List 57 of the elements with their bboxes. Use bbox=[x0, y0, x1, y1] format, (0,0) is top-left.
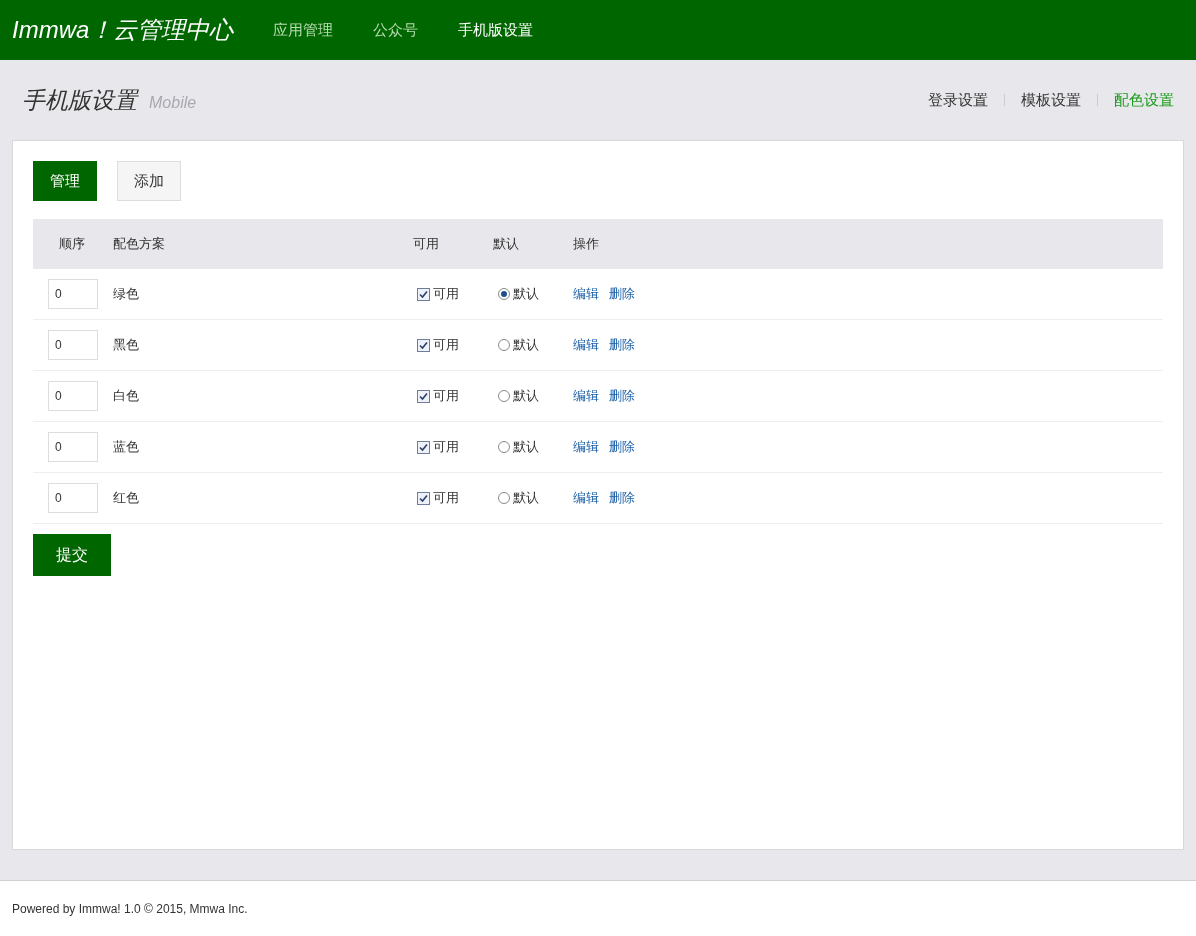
radio-button[interactable] bbox=[498, 390, 510, 402]
table-cell-text: 黑色 bbox=[113, 336, 140, 355]
column-header: 可用 bbox=[413, 235, 440, 254]
table-cell-text: 红色 bbox=[113, 489, 140, 508]
checkbox-label: 可用 bbox=[433, 387, 459, 406]
action-link[interactable]: 删除 bbox=[609, 386, 635, 406]
checkbox-label: 可用 bbox=[433, 489, 459, 508]
checkbox-label: 可用 bbox=[433, 438, 459, 457]
table-cell-text: 蓝色 bbox=[113, 438, 140, 457]
submit-button[interactable]: 提交 bbox=[33, 534, 111, 576]
tab[interactable]: 管理 bbox=[33, 161, 97, 201]
checkbox[interactable] bbox=[417, 389, 430, 403]
table-cell-text: 白色 bbox=[113, 387, 140, 406]
nav-link[interactable]: 手机版设置 bbox=[458, 18, 534, 42]
action-link[interactable]: 编辑 bbox=[573, 488, 599, 508]
order-input[interactable]: 0 bbox=[48, 330, 98, 360]
radio-button[interactable] bbox=[498, 492, 510, 504]
checkbox-label: 可用 bbox=[433, 336, 459, 355]
action-link[interactable]: 删除 bbox=[609, 488, 635, 508]
action-link[interactable]: 编辑 bbox=[573, 335, 599, 355]
checkbox[interactable] bbox=[417, 338, 430, 352]
action-link[interactable]: 编辑 bbox=[573, 437, 599, 457]
radio-label: 默认 bbox=[513, 387, 539, 406]
checkbox-label: 可用 bbox=[433, 285, 459, 304]
checkbox[interactable] bbox=[417, 287, 430, 301]
table-cell-text: 绿色 bbox=[113, 285, 140, 304]
action-link[interactable]: 编辑 bbox=[573, 386, 599, 406]
action-link[interactable]: 删除 bbox=[609, 437, 635, 457]
radio-button[interactable] bbox=[498, 288, 510, 300]
action-link[interactable]: 编辑 bbox=[573, 284, 599, 304]
nav-link[interactable]: 公众号 bbox=[373, 18, 419, 42]
radio-label: 默认 bbox=[513, 438, 539, 457]
checkbox[interactable] bbox=[417, 491, 430, 505]
radio-label: 默认 bbox=[513, 336, 539, 355]
column-header: 默认 bbox=[493, 235, 520, 254]
action-link[interactable]: 删除 bbox=[609, 335, 635, 355]
radio-label: 默认 bbox=[513, 489, 539, 508]
order-input[interactable]: 0 bbox=[48, 432, 98, 462]
nav-link[interactable]: 应用管理 bbox=[273, 18, 334, 42]
sub-nav-link[interactable]: 模板设置 bbox=[1021, 88, 1081, 112]
action-link[interactable]: 删除 bbox=[609, 284, 635, 304]
brand-logo[interactable]: Immwa！云管理中心 bbox=[12, 12, 234, 48]
order-input[interactable]: 0 bbox=[48, 483, 98, 513]
column-header: 配色方案 bbox=[113, 235, 166, 254]
radio-button[interactable] bbox=[498, 339, 510, 351]
radio-button[interactable] bbox=[498, 441, 510, 453]
page-title: 手机版设置 bbox=[22, 85, 137, 115]
page-subtitle: Mobile bbox=[149, 92, 197, 113]
order-input[interactable]: 0 bbox=[48, 279, 98, 309]
checkbox[interactable] bbox=[417, 440, 430, 454]
radio-label: 默认 bbox=[513, 285, 539, 304]
order-input[interactable]: 0 bbox=[48, 381, 98, 411]
sub-nav-link[interactable]: 登录设置 bbox=[928, 88, 988, 112]
tab[interactable]: 添加 bbox=[117, 161, 181, 201]
column-header: 操作 bbox=[573, 235, 600, 254]
column-header: 顺序 bbox=[58, 235, 86, 254]
footer-text: Powered by Immwa! 1.0 © 2015, Mmwa Inc. bbox=[12, 900, 248, 918]
